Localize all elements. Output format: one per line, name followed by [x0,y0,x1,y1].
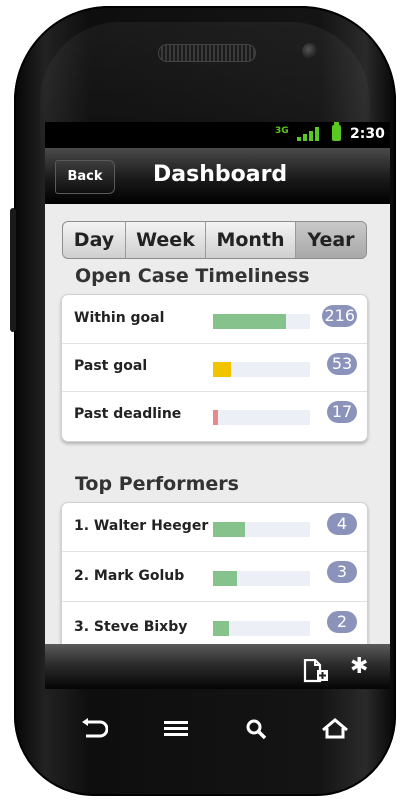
volume-button[interactable] [10,208,16,332]
row-label: 3. Steve Bixby [74,619,188,635]
front-camera [302,43,318,59]
status-bar: 3G 2:30 [45,122,390,148]
tab-month[interactable]: Month [206,222,296,258]
row-label: 1. Walter Heeger [74,518,209,534]
row-label: Past goal [74,358,148,374]
count-badge: 4 [327,513,357,535]
add-document-icon[interactable] [302,659,330,683]
count-badge: 53 [327,353,357,375]
progress-track [213,410,310,425]
progress-fill [213,571,238,586]
phone-screen: 3G 2:30 Back Dashboard Day Week Month Ye… [45,122,390,689]
list-item[interactable]: 2. Mark Golub 3 [62,551,367,602]
progress-fill [213,314,286,329]
performers-section-title: Top Performers [75,473,239,495]
count-badge: 216 [322,305,357,327]
list-item[interactable]: Past deadline 17 [62,391,367,439]
performers-card: 1. Walter Heeger 4 2. Mark Golub 3 3. St… [61,502,368,654]
device-navigation-keys [0,710,410,750]
list-item[interactable]: 1. Walter Heeger 4 [62,503,367,552]
back-button[interactable]: Back [55,160,115,194]
tab-day[interactable]: Day [63,222,126,258]
dashboard-content: Day Week Month Year Open Case Timeliness… [45,204,390,654]
progress-track [213,621,310,636]
network-type-icon: 3G [275,126,289,136]
network-type-label: 3G [275,126,289,136]
home-icon[interactable] [320,718,350,740]
gear-icon[interactable]: ✱ [350,656,368,678]
bottom-toolbar: ✱ [45,644,390,689]
period-selector: Day Week Month Year [62,221,367,259]
progress-track [213,362,310,377]
back-arrow-icon[interactable] [78,718,108,740]
count-badge: 17 [327,401,357,423]
row-label: Past deadline [74,406,182,422]
list-item[interactable]: Past goal 53 [62,343,367,392]
list-item[interactable]: 3. Steve Bixby 2 [62,601,367,649]
progress-track [213,314,310,329]
count-badge: 3 [327,561,357,583]
page-title: Dashboard [153,162,288,187]
search-icon[interactable] [245,718,269,740]
timeliness-section-title: Open Case Timeliness [75,265,310,287]
progress-fill [213,362,232,377]
tab-year[interactable]: Year [296,222,366,258]
progress-fill [213,410,218,425]
progress-fill [213,621,229,636]
count-badge: 2 [327,611,357,633]
timeliness-card: Within goal 216 Past goal 53 Past deadli… [61,294,368,442]
battery-icon [332,122,341,141]
earpiece-speaker [158,44,256,62]
progress-track [213,522,310,537]
tab-week[interactable]: Week [126,222,206,258]
title-bar: Back Dashboard [45,148,390,204]
signal-strength-icon [297,127,319,141]
row-label: Within goal [74,310,165,326]
progress-fill [213,522,245,537]
row-label: 2. Mark Golub [74,568,185,584]
status-time: 2:30 [350,126,385,142]
menu-icon[interactable] [162,718,190,740]
list-item[interactable]: Within goal 216 [62,295,367,344]
progress-track [213,571,310,586]
